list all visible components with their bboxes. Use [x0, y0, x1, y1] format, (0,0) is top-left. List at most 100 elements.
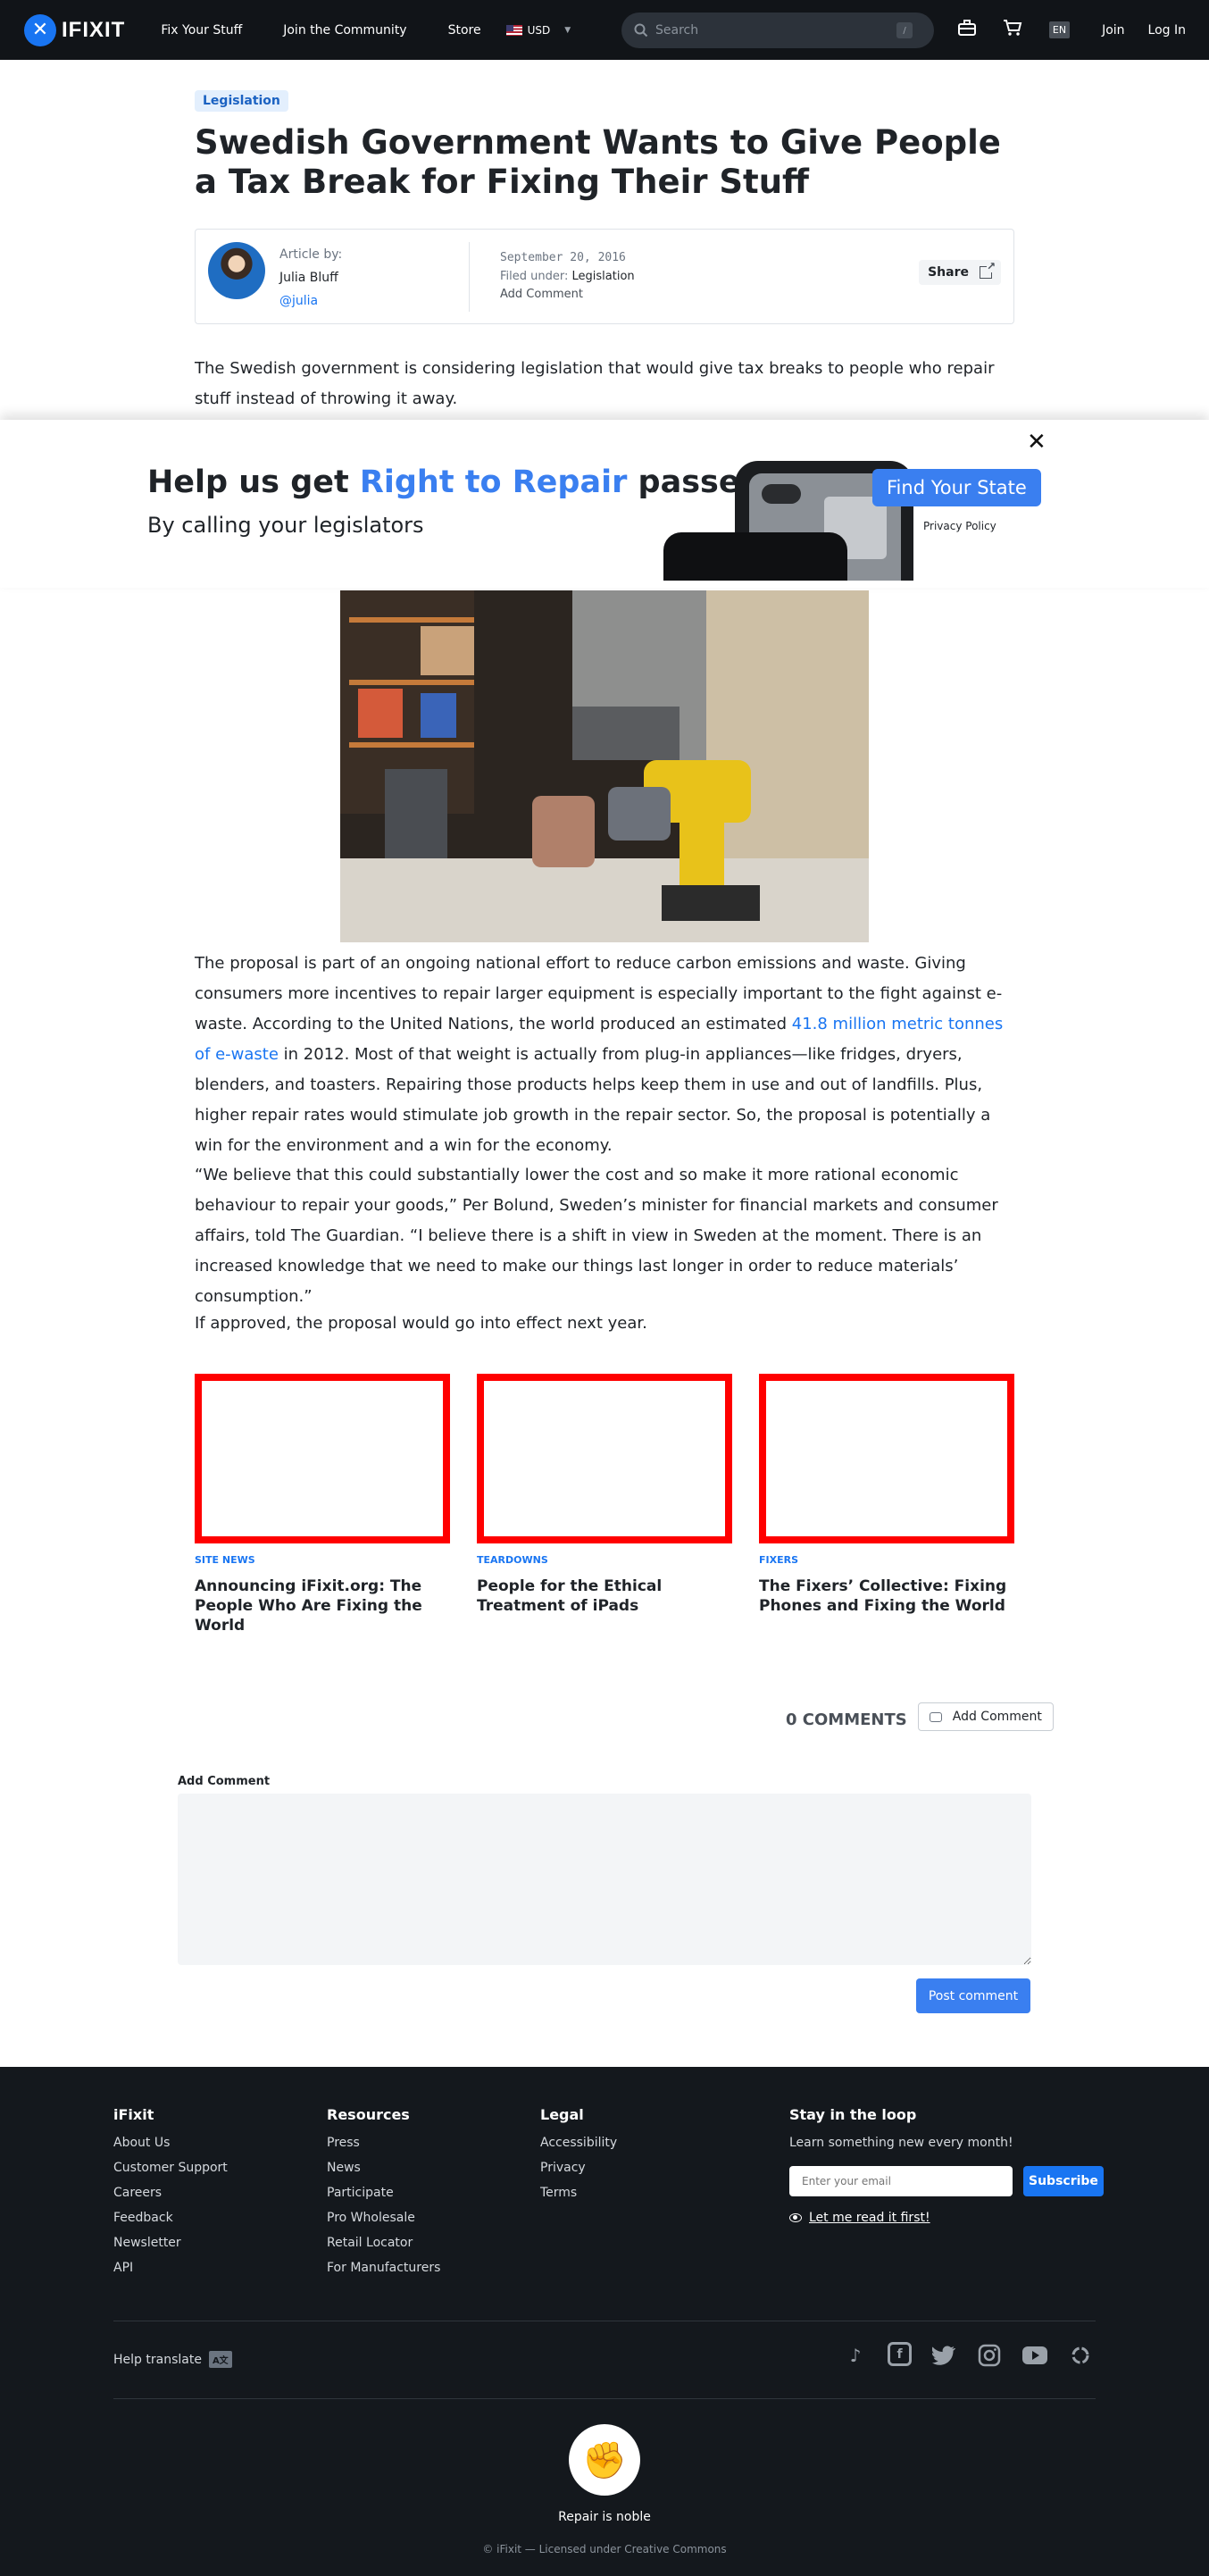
- instagram-icon[interactable]: [976, 2342, 1003, 2369]
- nav-join-community[interactable]: Join the Community: [283, 23, 406, 38]
- footer-link[interactable]: Participate: [327, 2186, 440, 2211]
- twitter-icon[interactable]: [930, 2342, 957, 2369]
- ifixit-logo[interactable]: ✕ IFIXIT: [24, 13, 125, 46]
- social-links: ♪ f: [842, 2342, 1113, 2369]
- read-first-label: Let me read it first!: [809, 2211, 930, 2225]
- related-card[interactable]: TEARDOWNS People for the Ethical Treatme…: [477, 1374, 732, 1635]
- author-avatar[interactable]: [208, 242, 265, 299]
- related-card-title[interactable]: People for the Ethical Treatment of iPad…: [477, 1577, 732, 1616]
- post-comment-button[interactable]: Post comment: [916, 1978, 1030, 2013]
- footer-link[interactable]: Retail Locator: [327, 2236, 440, 2261]
- newsletter-form: Subscribe: [789, 2166, 1104, 2196]
- ifixit-footer-logo[interactable]: ✊: [569, 2424, 640, 2496]
- footer-column-legal: Legal Accessibility Privacy Terms: [540, 2106, 617, 2211]
- footer-link[interactable]: Customer Support: [113, 2161, 228, 2186]
- category-tag[interactable]: Legislation: [195, 90, 288, 112]
- header-actions: EN Join Log In: [957, 0, 1209, 60]
- byline-add-comment-link[interactable]: Add Comment: [500, 288, 583, 301]
- login-link[interactable]: Log In: [1148, 23, 1186, 38]
- close-icon[interactable]: ✕: [1027, 429, 1046, 456]
- top-navigation-bar: ✕ IFIXIT Fix Your Stuff Join the Communi…: [0, 0, 1209, 60]
- footer-link[interactable]: About Us: [113, 2136, 228, 2161]
- comment-textarea[interactable]: [178, 1794, 1031, 1965]
- banner-subhead: By calling your legislators: [147, 513, 424, 538]
- youtube-icon[interactable]: [1021, 2342, 1048, 2369]
- toolbox-icon[interactable]: [957, 20, 976, 40]
- comment-bubble-icon: [929, 1711, 942, 1722]
- article-title: Swedish Government Wants to Give People …: [195, 123, 1001, 201]
- subscribe-button[interactable]: Subscribe: [1023, 2166, 1104, 2196]
- join-link[interactable]: Join: [1102, 23, 1124, 38]
- article-lede: The Swedish government is considering le…: [195, 359, 995, 408]
- footer-link[interactable]: Privacy: [540, 2161, 617, 2186]
- footer-link[interactable]: For Manufacturers: [327, 2261, 440, 2286]
- p1-text-b: in 2012. Most of that weight is actually…: [195, 1045, 991, 1155]
- tiktok-icon[interactable]: ♪: [842, 2342, 869, 2369]
- footer-column-title: Legal: [540, 2106, 584, 2123]
- eye-icon: [789, 2213, 802, 2222]
- footer-copyright[interactable]: © iFixit — Licensed under Creative Commo…: [0, 2543, 1209, 2555]
- related-card-title[interactable]: The Fixers’ Collective: Fixing Phones an…: [759, 1577, 1014, 1616]
- article-byline-card: Article by: Julia Bluff @julia September…: [195, 229, 1014, 324]
- banner-headline-a: Help us get: [147, 464, 360, 500]
- share-button[interactable]: Share: [919, 260, 1001, 285]
- author-name: Julia Bluff: [279, 271, 338, 285]
- search-bar[interactable]: /: [621, 13, 934, 48]
- currency-selector[interactable]: USD ▼: [505, 23, 571, 37]
- related-card[interactable]: FIXERS The Fixers’ Collective: Fixing Ph…: [759, 1374, 1014, 1635]
- filed-under: Filed under: Legislation: [500, 270, 635, 283]
- nav-fix-your-stuff[interactable]: Fix Your Stuff: [161, 23, 242, 38]
- related-card-category: TEARDOWNS: [477, 1554, 548, 1566]
- related-card-category: FIXERS: [759, 1554, 798, 1566]
- filed-under-label: Filed under:: [500, 270, 569, 283]
- related-card[interactable]: SITE NEWS Announcing iFixit.org: The Peo…: [195, 1374, 450, 1635]
- author-handle-link[interactable]: @julia: [279, 294, 318, 308]
- footer-link[interactable]: Pro Wholesale: [327, 2211, 440, 2236]
- related-card-image[interactable]: [195, 1374, 450, 1543]
- external-link-icon: [980, 260, 996, 279]
- footer-column-title: Resources: [327, 2106, 410, 2123]
- nav-store[interactable]: Store: [448, 23, 481, 38]
- cart-icon[interactable]: [1003, 19, 1022, 41]
- newsletter-email-input[interactable]: [789, 2166, 1013, 2196]
- translate-icon: A文: [208, 2351, 232, 2368]
- ifixit-logo-icon: ✕: [24, 13, 56, 46]
- footer-link[interactable]: Terms: [540, 2186, 617, 2211]
- comments-header: 0 COMMENTS Add Comment: [786, 1702, 1054, 1731]
- main-nav: Fix Your Stuff Join the Community Store …: [161, 23, 571, 38]
- footer-column-ifixit: iFixit About Us Customer Support Careers…: [113, 2106, 228, 2286]
- add-comment-label: Add Comment: [952, 1710, 1042, 1724]
- community-icon[interactable]: [1067, 2342, 1094, 2369]
- footer-divider: [113, 2398, 1096, 2399]
- right-to-repair-banner: ✕ Help us get Right to Repair passed By …: [0, 420, 1209, 588]
- footer-link[interactable]: API: [113, 2261, 228, 2286]
- wrench-fist-icon: ✊: [582, 2439, 627, 2481]
- footer-tagline: Repair is noble: [558, 2510, 651, 2524]
- filed-under-value[interactable]: Legislation: [572, 270, 635, 283]
- footer-link[interactable]: Press: [327, 2136, 440, 2161]
- related-card-image[interactable]: [759, 1374, 1014, 1543]
- search-input[interactable]: [655, 23, 896, 38]
- byline-divider: [469, 242, 470, 312]
- related-card-category: SITE NEWS: [195, 1554, 255, 1566]
- footer-link[interactable]: Newsletter: [113, 2236, 228, 2261]
- language-selector[interactable]: EN: [1048, 21, 1071, 38]
- footer-link[interactable]: News: [327, 2161, 440, 2186]
- us-flag-icon: [505, 24, 522, 36]
- share-label: Share: [928, 265, 969, 280]
- footer-link[interactable]: Feedback: [113, 2211, 228, 2236]
- related-card-image[interactable]: [477, 1374, 732, 1543]
- facebook-icon[interactable]: f: [888, 2342, 912, 2366]
- footer-link[interactable]: Accessibility: [540, 2136, 617, 2161]
- privacy-policy-link[interactable]: Privacy Policy: [923, 520, 996, 532]
- footer-column-resources: Resources Press News Participate Pro Who…: [327, 2106, 440, 2286]
- add-comment-button[interactable]: Add Comment: [917, 1702, 1054, 1731]
- footer-link[interactable]: Careers: [113, 2186, 228, 2211]
- related-articles: SITE NEWS Announcing iFixit.org: The Peo…: [195, 1374, 1014, 1635]
- related-card-title[interactable]: Announcing iFixit.org: The People Who Ar…: [195, 1577, 450, 1635]
- help-translate-link[interactable]: Help translate A文: [113, 2351, 232, 2368]
- byline-label: Article by:: [279, 247, 343, 262]
- currency-label: USD: [527, 23, 551, 37]
- read-first-link[interactable]: Let me read it first!: [789, 2211, 1104, 2225]
- find-your-state-button[interactable]: Find Your State: [872, 469, 1041, 506]
